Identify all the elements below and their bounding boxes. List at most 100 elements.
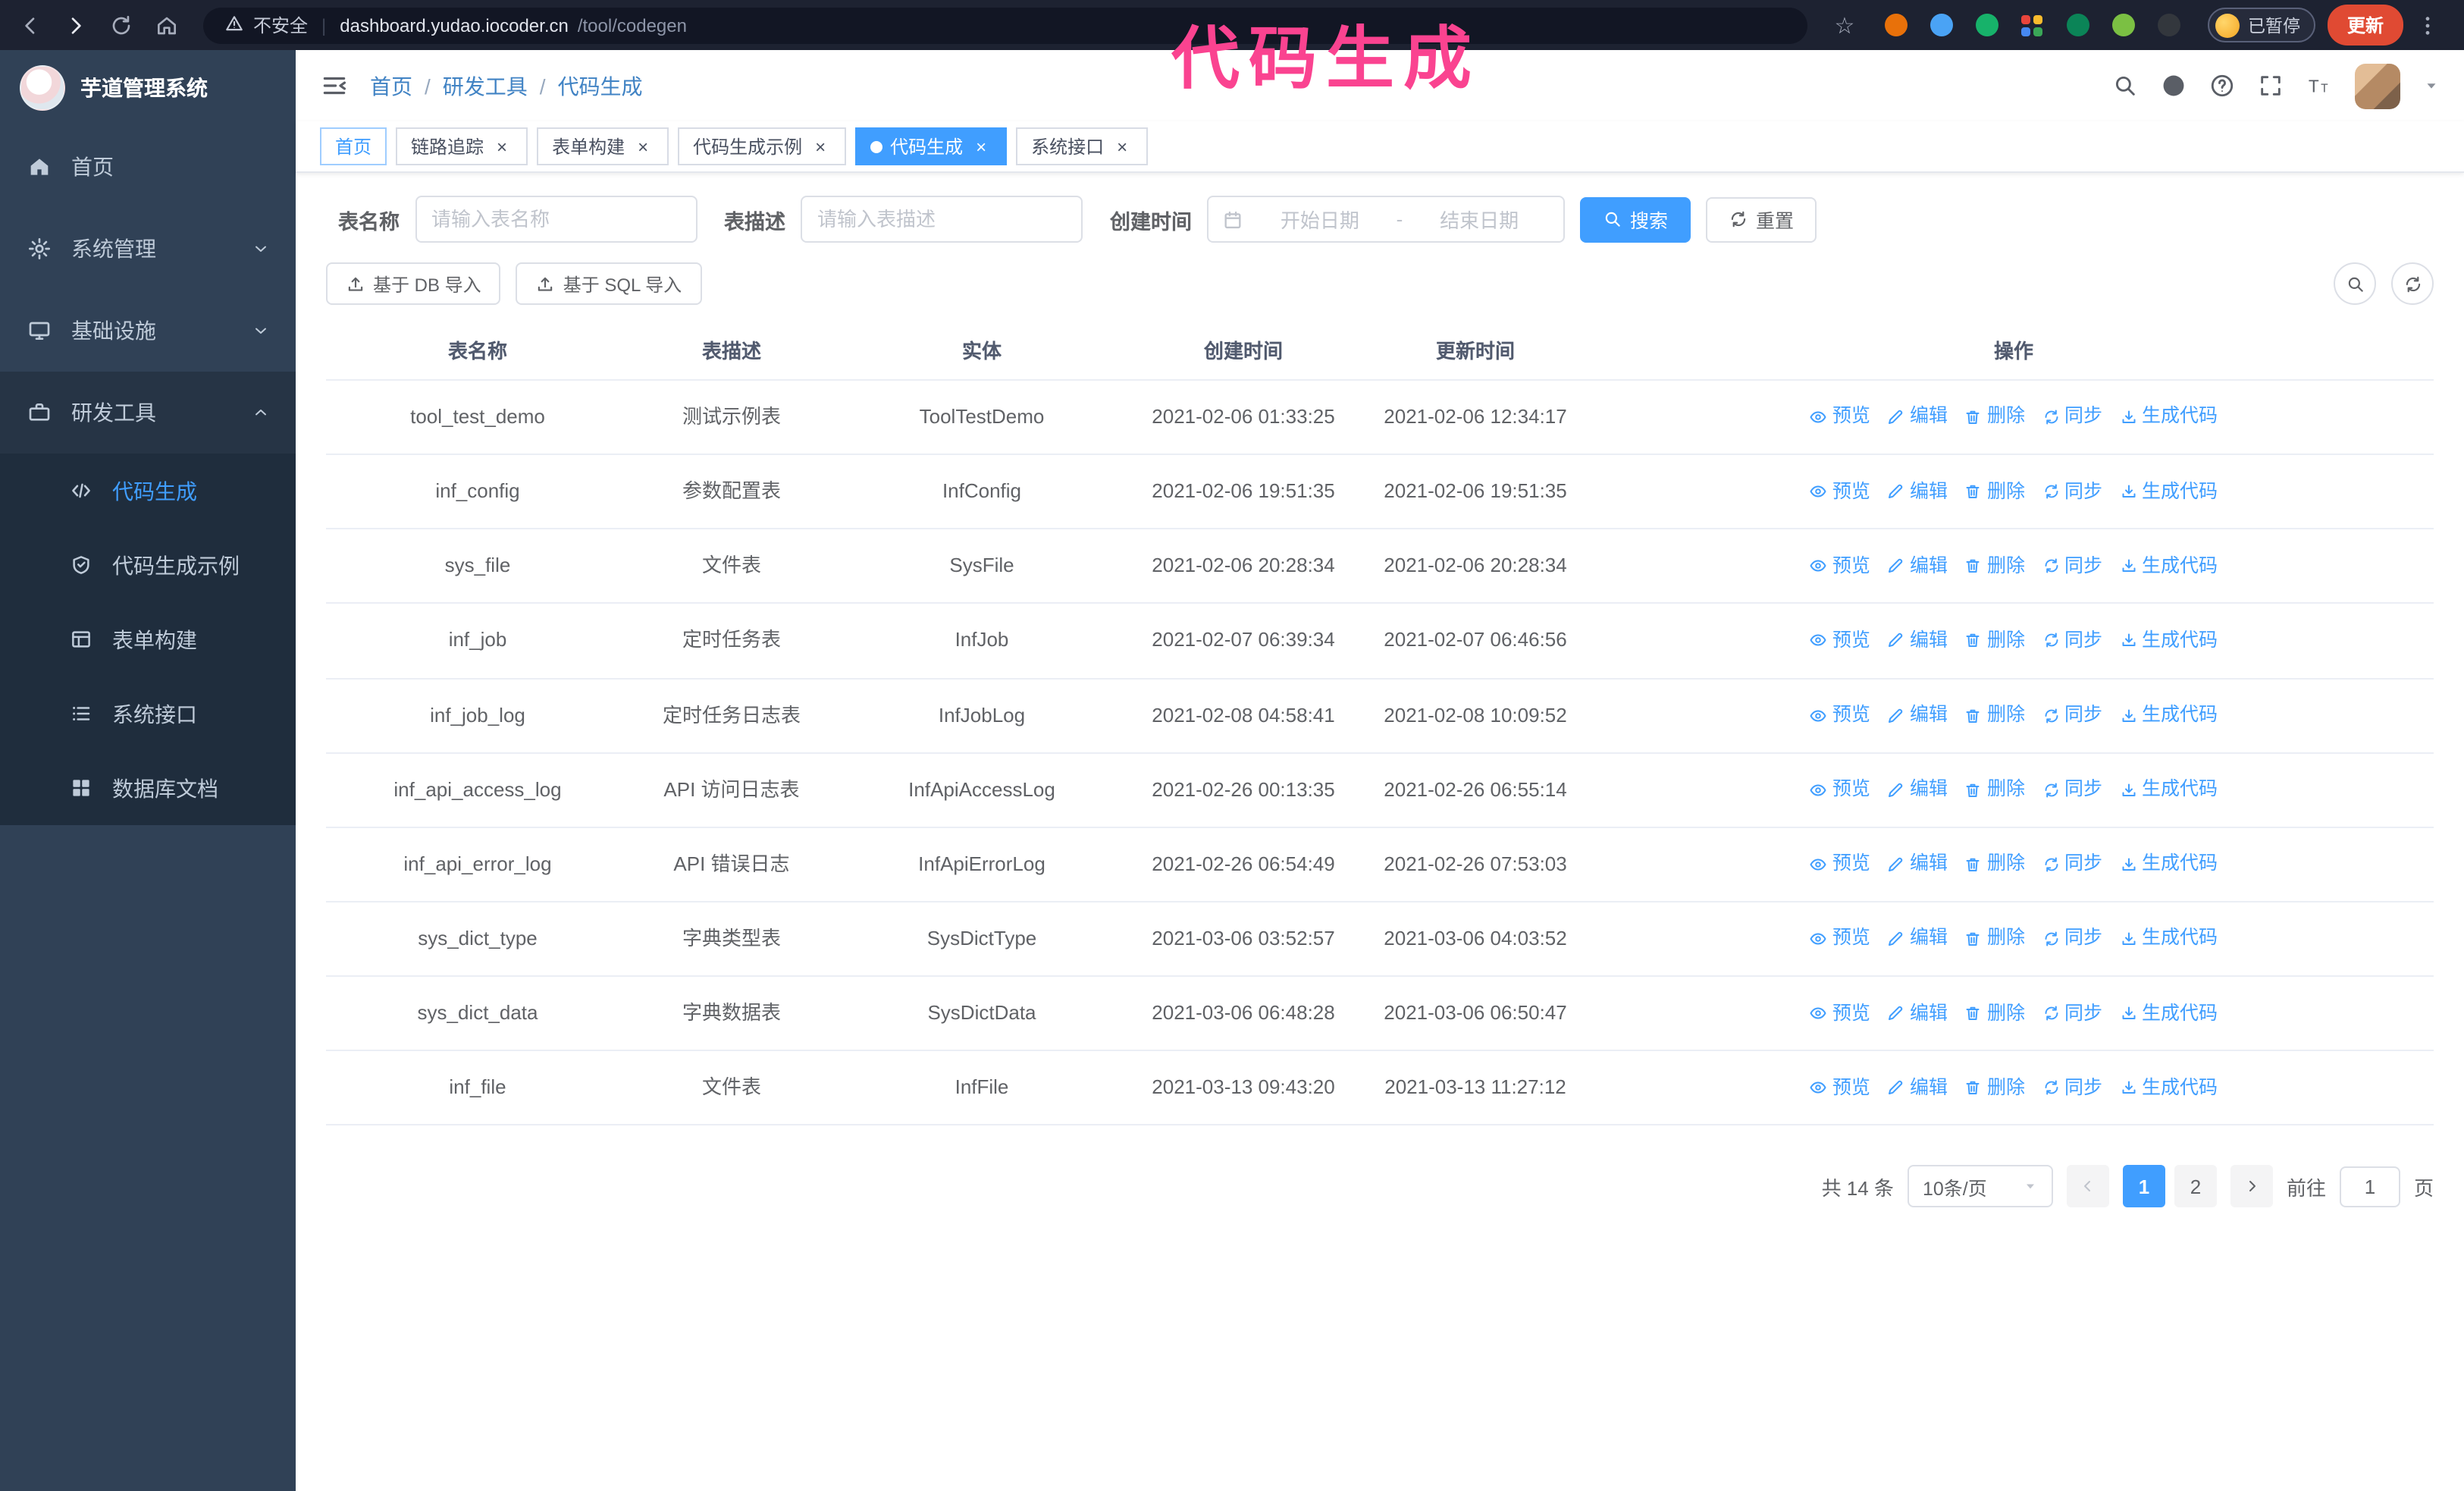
action-edit-link[interactable]: 编辑 [1887,701,1948,730]
tag-view[interactable]: 代码生成 × [855,127,1008,165]
toggle-search-button[interactable] [2334,262,2376,305]
page-button[interactable]: 1 [2122,1165,2165,1208]
action-edit-link[interactable]: 编辑 [1887,551,1948,581]
next-page-button[interactable] [2230,1165,2273,1208]
action-edit-link[interactable]: 编辑 [1887,1073,1948,1103]
sidebar-subitem[interactable]: 数据库文档 [0,751,296,825]
page-button[interactable]: 2 [2174,1165,2217,1208]
action-download-link[interactable]: 生成代码 [2119,551,2218,581]
reset-button[interactable]: 重置 [1706,196,1817,242]
goto-page-input[interactable] [2339,1166,2400,1207]
action-sync-link[interactable]: 同步 [2042,924,2102,954]
paused-badge[interactable]: 已暂停 [2208,8,2315,42]
action-eye-link[interactable]: 预览 [1810,626,1870,656]
user-avatar[interactable] [2355,63,2400,108]
db-import-button[interactable]: 基于 DB 导入 [326,262,501,305]
action-sync-link[interactable]: 同步 [2042,626,2102,656]
search-button[interactable]: 搜索 [1580,196,1691,242]
forward-button[interactable] [55,4,97,46]
extension-icon[interactable] [2014,7,2051,43]
fullscreen-icon[interactable] [2258,73,2284,99]
action-delete-link[interactable]: 删除 [1964,1073,2025,1103]
action-delete-link[interactable]: 删除 [1964,999,2025,1028]
tag-view[interactable]: 链路追踪 × [396,127,528,165]
action-eye-link[interactable]: 预览 [1810,775,1870,805]
action-delete-link[interactable]: 删除 [1964,403,2025,432]
github-icon[interactable] [2161,73,2187,99]
action-eye-link[interactable]: 预览 [1810,1073,1870,1103]
table-name-input[interactable] [415,196,697,243]
action-sync-link[interactable]: 同步 [2042,701,2102,730]
action-delete-link[interactable]: 删除 [1964,477,2025,507]
search-icon[interactable] [2112,73,2138,99]
sql-import-button[interactable]: 基于 SQL 导入 [516,262,702,305]
close-icon[interactable]: × [491,136,513,157]
address-bar[interactable]: 不安全 | dashboard.yudao.iocoder.cn/tool/co… [203,7,1808,43]
help-icon[interactable] [2209,73,2235,99]
action-sync-link[interactable]: 同步 [2042,849,2102,879]
action-download-link[interactable]: 生成代码 [2119,701,2218,730]
breadcrumb-item[interactable]: 首页 [370,71,412,101]
breadcrumb-item[interactable]: 代码生成 [558,71,643,101]
tag-view[interactable]: 表单构建 × [537,127,669,165]
action-edit-link[interactable]: 编辑 [1887,626,1948,656]
back-button[interactable] [9,4,52,46]
action-edit-link[interactable]: 编辑 [1887,403,1948,432]
action-sync-link[interactable]: 同步 [2042,403,2102,432]
date-range-picker[interactable]: 开始日期 - 结束日期 [1207,196,1565,243]
action-download-link[interactable]: 生成代码 [2119,924,2218,954]
sidebar-item[interactable]: 首页 [0,126,296,208]
home-button[interactable] [146,4,188,46]
font-size-icon[interactable]: TT [2306,73,2332,99]
menu-dots-icon[interactable] [2406,4,2449,46]
tag-view[interactable]: 代码生成示例 × [678,127,847,165]
prev-page-button[interactable] [2066,1165,2109,1208]
action-edit-link[interactable]: 编辑 [1887,775,1948,805]
action-eye-link[interactable]: 预览 [1810,924,1870,954]
sidebar-subitem[interactable]: 代码生成 [0,454,296,528]
action-delete-link[interactable]: 删除 [1964,551,2025,581]
extension-icon[interactable] [1969,7,2005,43]
extension-icon[interactable] [2060,7,2096,43]
sidebar-item[interactable]: 基础设施 [0,290,296,372]
action-delete-link[interactable]: 删除 [1964,775,2025,805]
extension-icon[interactable] [2151,7,2187,43]
action-download-link[interactable]: 生成代码 [2119,1073,2218,1103]
action-download-link[interactable]: 生成代码 [2119,775,2218,805]
sidebar-subitem[interactable]: 代码生成示例 [0,528,296,602]
action-edit-link[interactable]: 编辑 [1887,999,1948,1028]
action-edit-link[interactable]: 编辑 [1887,849,1948,879]
action-eye-link[interactable]: 预览 [1810,849,1870,879]
extension-icon[interactable] [2105,7,2142,43]
action-eye-link[interactable]: 预览 [1810,403,1870,432]
action-download-link[interactable]: 生成代码 [2119,477,2218,507]
action-delete-link[interactable]: 删除 [1964,626,2025,656]
action-sync-link[interactable]: 同步 [2042,477,2102,507]
action-eye-link[interactable]: 预览 [1810,701,1870,730]
action-sync-link[interactable]: 同步 [2042,775,2102,805]
action-delete-link[interactable]: 删除 [1964,849,2025,879]
close-icon[interactable]: × [632,136,654,157]
action-sync-link[interactable]: 同步 [2042,1073,2102,1103]
action-eye-link[interactable]: 预览 [1810,551,1870,581]
tag-view[interactable]: 系统接口 × [1016,127,1149,165]
sidebar-subitem[interactable]: 表单构建 [0,602,296,676]
breadcrumb-item[interactable]: 研发工具 [443,71,528,101]
page-size-select[interactable]: 10条/页 [1907,1165,2053,1208]
refresh-table-button[interactable] [2391,262,2434,305]
action-sync-link[interactable]: 同步 [2042,999,2102,1028]
reload-button[interactable] [100,4,143,46]
action-download-link[interactable]: 生成代码 [2119,626,2218,656]
action-edit-link[interactable]: 编辑 [1887,924,1948,954]
action-download-link[interactable]: 生成代码 [2119,849,2218,879]
tag-view[interactable]: 首页 [320,127,387,165]
extension-icon[interactable] [1923,7,1960,43]
close-icon[interactable]: × [970,136,992,157]
action-delete-link[interactable]: 删除 [1964,924,2025,954]
action-delete-link[interactable]: 删除 [1964,701,2025,730]
sidebar-item[interactable]: 系统管理 [0,208,296,290]
sidebar-subitem[interactable]: 系统接口 [0,676,296,751]
action-eye-link[interactable]: 预览 [1810,477,1870,507]
table-desc-input[interactable] [801,196,1083,243]
bookmark-star-icon[interactable]: ☆ [1823,4,1866,46]
